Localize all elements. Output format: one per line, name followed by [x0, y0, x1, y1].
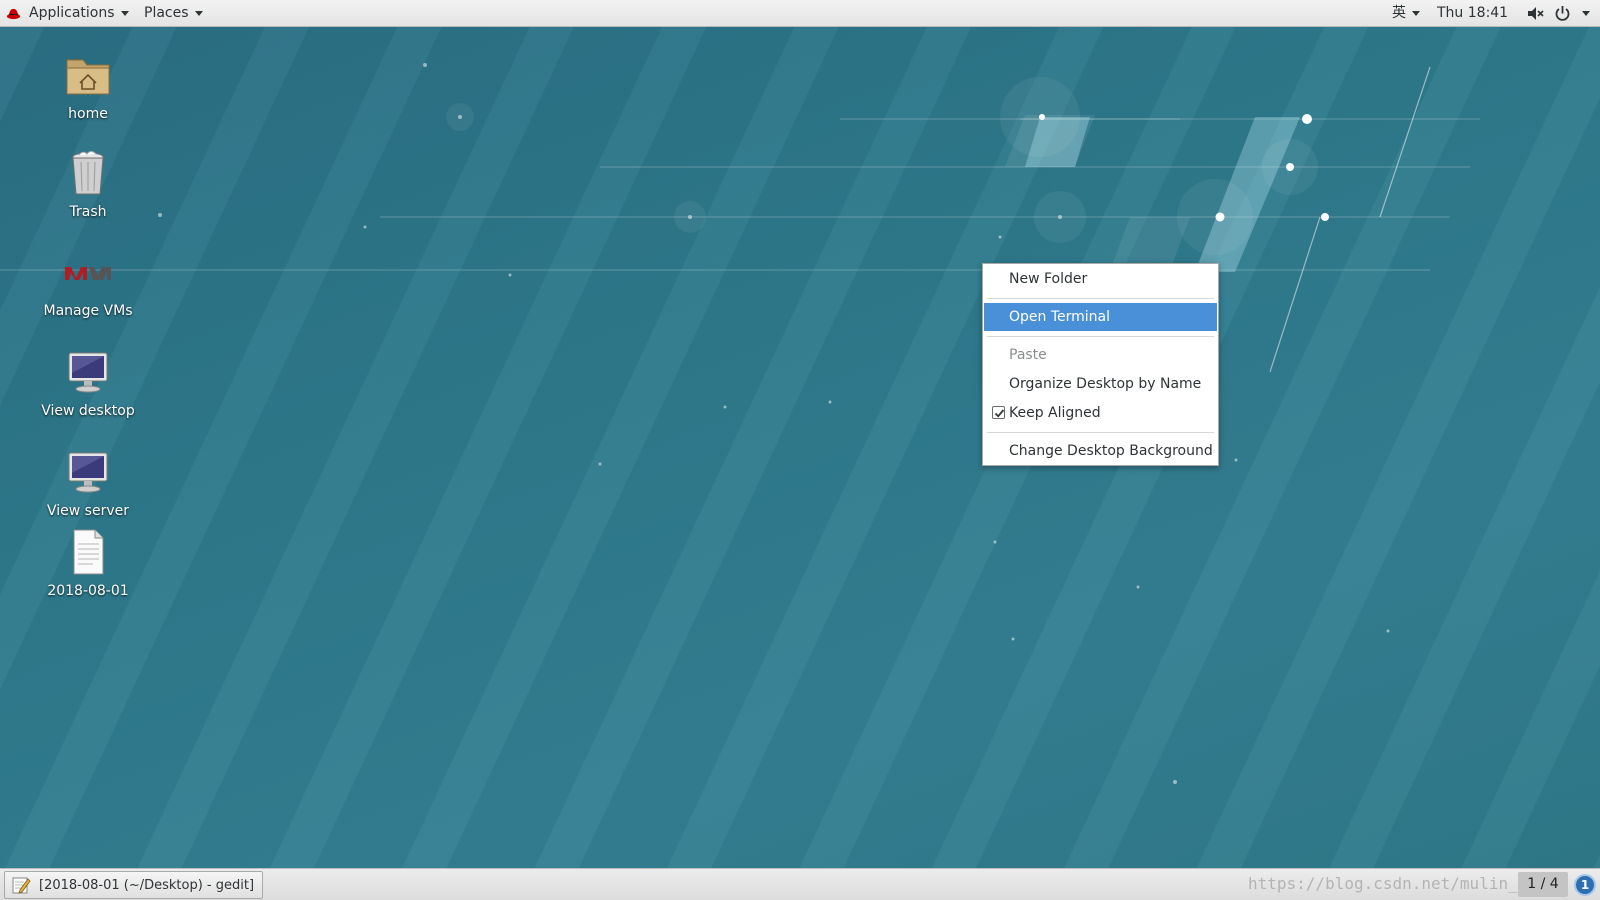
volume-muted-icon[interactable] [1526, 5, 1544, 22]
checkbox-checked-icon[interactable] [992, 406, 1005, 419]
monitor-icon [63, 447, 113, 497]
vmm-icon [63, 247, 113, 297]
chevron-down-icon [1412, 11, 1420, 16]
menu-item-label: Paste [1009, 347, 1047, 363]
desktop-context-menu: New Folder Open Terminal Paste Organize … [982, 263, 1219, 466]
top-panel: Applications Places 英 Thu 18:41 [0, 0, 1600, 27]
places-menu[interactable]: Places [144, 0, 203, 27]
desktop-icon-home[interactable]: home [33, 50, 143, 122]
applications-menu[interactable]: Applications [6, 0, 129, 27]
menu-item-paste: Paste [984, 341, 1217, 369]
desktop-icon-trash[interactable]: Trash [33, 148, 143, 220]
desktop-icon-label: Trash [69, 204, 107, 220]
bottom-panel: [2018-08-01 (~/Desktop) - gedit] https:/… [0, 868, 1600, 900]
places-label: Places [144, 5, 189, 21]
menu-item-open-terminal[interactable]: Open Terminal [984, 303, 1217, 331]
desktop-icon-label: Manage VMs [43, 303, 133, 319]
menu-separator [987, 336, 1214, 337]
menu-item-change-background[interactable]: Change Desktop Background [984, 437, 1217, 465]
menu-item-label: Keep Aligned [1009, 405, 1101, 421]
text-document-icon [63, 527, 113, 577]
home-folder-icon [63, 50, 113, 100]
menu-item-new-folder[interactable]: New Folder [984, 265, 1217, 293]
menu-separator [987, 298, 1214, 299]
menu-item-label: Open Terminal [1009, 309, 1111, 325]
desktop-icon-label: View server [47, 503, 129, 519]
taskbar-window-label: [2018-08-01 (~/Desktop) - gedit] [39, 877, 255, 893]
desktop-icon-manage-vms[interactable]: Manage VMs [33, 247, 143, 319]
desktop-icon-label: home [68, 106, 108, 122]
desktop-icon-text-file[interactable]: 2018-08-01 [33, 527, 143, 599]
chevron-down-icon [194, 11, 203, 16]
applications-label: Applications [29, 5, 115, 21]
taskbar-window-button[interactable]: [2018-08-01 (~/Desktop) - gedit] [4, 871, 263, 899]
desktop-icon-view-desktop[interactable]: View desktop [33, 347, 143, 419]
menu-item-organize-by-name[interactable]: Organize Desktop by Name [984, 370, 1217, 398]
desktop-icon-label: View desktop [41, 403, 135, 419]
input-method-label: 英 [1392, 5, 1406, 21]
menu-item-label: New Folder [1009, 271, 1088, 287]
watermark-text: https://blog.csdn.net/mulin_ [1248, 874, 1518, 893]
menu-separator [987, 432, 1214, 433]
redhat-logo-icon [6, 8, 21, 20]
notification-badge[interactable]: 1 [1574, 874, 1596, 896]
menu-item-label: Change Desktop Background [1009, 443, 1213, 459]
chevron-down-icon [120, 11, 129, 16]
input-method-menu[interactable]: 英 [1392, 0, 1420, 27]
clock[interactable]: Thu 18:41 [1437, 0, 1508, 27]
trash-icon [63, 148, 113, 198]
desktop-icon-view-server[interactable]: View server [33, 447, 143, 519]
power-icon[interactable] [1554, 5, 1571, 22]
menu-item-label: Organize Desktop by Name [1009, 376, 1202, 392]
menu-item-keep-aligned[interactable]: Keep Aligned [984, 399, 1217, 427]
wallpaper-art [0, 63, 1480, 784]
chevron-down-icon[interactable] [1582, 11, 1590, 16]
gedit-icon [12, 877, 31, 894]
workspace-switcher[interactable]: 1 / 4 [1518, 872, 1568, 897]
monitor-icon [63, 347, 113, 397]
desktop-icon-label: 2018-08-01 [47, 583, 129, 599]
desktop-wallpaper[interactable] [0, 27, 1600, 868]
